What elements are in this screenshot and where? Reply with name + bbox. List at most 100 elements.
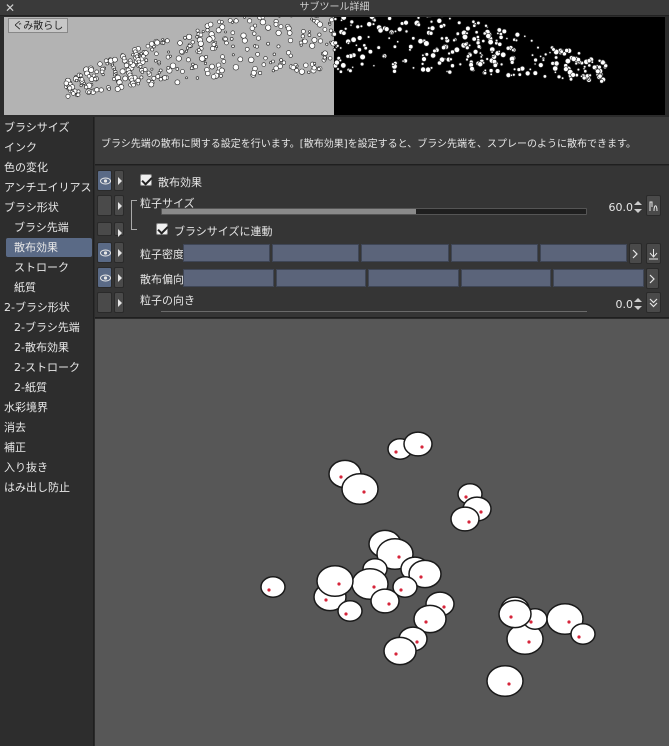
preview-particle bbox=[516, 67, 522, 72]
sidebar-item[interactable]: 散布効果 bbox=[6, 238, 92, 257]
preview-particle bbox=[248, 56, 255, 64]
show-in-tool-property-toggle[interactable] bbox=[97, 292, 112, 313]
sidebar-item[interactable]: 消去 bbox=[4, 418, 92, 437]
sidebar-item[interactable]: 紙質 bbox=[6, 278, 92, 297]
preview-particle bbox=[357, 47, 362, 53]
sidebar-item[interactable]: ストローク bbox=[6, 258, 92, 277]
expand-arrow-icon[interactable] bbox=[114, 292, 124, 313]
preview-particle bbox=[243, 17, 246, 19]
chevron-right-icon bbox=[632, 249, 638, 259]
expand-arrow-icon[interactable] bbox=[114, 195, 124, 216]
particle-direction-slider[interactable] bbox=[161, 311, 587, 312]
preview-particle bbox=[261, 62, 266, 67]
show-in-tool-property-toggle[interactable] bbox=[97, 170, 112, 191]
expand-arrow-icon[interactable] bbox=[114, 242, 124, 263]
slider-segment[interactable] bbox=[460, 269, 552, 287]
title-bar: ✕ サブツール詳細 bbox=[0, 0, 669, 16]
preview-particle bbox=[428, 30, 434, 36]
preview-particle bbox=[444, 36, 449, 41]
preview-particle bbox=[185, 76, 188, 80]
preview-particle bbox=[597, 58, 602, 63]
slider-segment[interactable] bbox=[368, 269, 459, 287]
preview-particle bbox=[401, 59, 405, 63]
preview-particle bbox=[511, 48, 515, 52]
sidebar-item[interactable]: 2-散布効果 bbox=[6, 338, 92, 357]
preview-particle bbox=[114, 72, 118, 75]
expand-arrow-icon[interactable] bbox=[114, 267, 124, 288]
sidebar-item[interactable]: 補正 bbox=[4, 438, 92, 457]
slider-segment[interactable] bbox=[553, 269, 644, 287]
preview-particle bbox=[490, 50, 494, 54]
sidebar-item[interactable]: ブラシ形状 bbox=[4, 198, 92, 217]
link-brush-size-checkbox[interactable] bbox=[156, 223, 168, 235]
slider-segment[interactable] bbox=[183, 269, 274, 287]
preview-particle bbox=[603, 63, 609, 69]
show-in-tool-property-toggle[interactable] bbox=[97, 195, 112, 216]
slider-segment[interactable] bbox=[183, 244, 271, 262]
canvas-particle bbox=[341, 472, 379, 506]
show-in-tool-property-toggle[interactable] bbox=[97, 242, 112, 263]
preview-particle bbox=[484, 24, 488, 28]
sidebar-item[interactable]: はみ出し防止 bbox=[4, 478, 92, 497]
row-particle-size: 粒子サイズ 60.0 bbox=[95, 195, 669, 219]
preview-particle bbox=[465, 25, 471, 32]
slider-segment[interactable] bbox=[272, 244, 360, 262]
particle-size-slider[interactable] bbox=[161, 208, 587, 215]
expand-arrow-icon[interactable] bbox=[114, 222, 124, 237]
sidebar-item[interactable]: 2-ブラシ形状 bbox=[4, 298, 92, 317]
sidebar-item[interactable]: 2-紙質 bbox=[6, 378, 92, 397]
slider-segment[interactable] bbox=[361, 244, 449, 262]
sidebar-item[interactable]: 色の変化 bbox=[4, 158, 92, 177]
expand-arrow-icon[interactable] bbox=[114, 170, 124, 191]
preview-particle bbox=[230, 30, 236, 35]
preview-particle bbox=[501, 28, 507, 34]
sidebar-item[interactable]: 2-ブラシ先端 bbox=[6, 318, 92, 337]
preview-particle bbox=[466, 54, 471, 59]
preview-particle bbox=[478, 51, 482, 55]
preview-particle bbox=[240, 32, 247, 39]
direction-settings-button[interactable] bbox=[646, 292, 661, 313]
scatter-effect-checkbox[interactable] bbox=[140, 174, 152, 186]
pressure-settings-button[interactable] bbox=[646, 195, 661, 216]
preview-particle bbox=[485, 33, 492, 39]
preview-particle bbox=[552, 65, 559, 72]
particle-size-spinner[interactable] bbox=[634, 200, 642, 214]
scatter-bias-next-button[interactable] bbox=[646, 268, 659, 289]
preview-particle bbox=[340, 18, 343, 22]
pressure-settings-button[interactable] bbox=[646, 243, 661, 264]
preview-particle bbox=[71, 91, 76, 96]
canvas-particle bbox=[450, 506, 480, 532]
preview-particle bbox=[376, 45, 381, 50]
particle-size-value[interactable]: 60.0 bbox=[595, 201, 634, 214]
preview-particle bbox=[586, 58, 592, 64]
pen-pressure-icon bbox=[649, 201, 658, 212]
preview-particle bbox=[469, 66, 475, 72]
particle-direction-value[interactable]: 0.0 bbox=[595, 298, 634, 311]
particle-density-next-button[interactable] bbox=[629, 243, 642, 264]
sidebar-item[interactable]: 2-ストローク bbox=[6, 358, 92, 377]
preview-particle bbox=[119, 68, 126, 75]
slider-segment[interactable] bbox=[539, 244, 627, 262]
preview-particle bbox=[491, 54, 495, 58]
show-in-tool-property-toggle[interactable] bbox=[97, 267, 112, 288]
sidebar-item[interactable]: ブラシサイズ bbox=[4, 118, 92, 137]
preview-particle bbox=[299, 43, 303, 47]
preview-particle bbox=[354, 43, 358, 47]
sidebar-item[interactable]: アンチエイリアス bbox=[4, 178, 92, 197]
row-particle-density: 粒子密度 bbox=[95, 242, 669, 264]
particle-direction-spinner[interactable] bbox=[634, 297, 642, 311]
preview-particle bbox=[411, 36, 416, 41]
slider-segment[interactable] bbox=[275, 269, 367, 287]
preview-particle bbox=[316, 67, 321, 71]
preview-particle bbox=[429, 19, 434, 24]
preview-particle bbox=[329, 17, 335, 23]
preview-particle bbox=[290, 64, 296, 71]
slider-segment[interactable] bbox=[450, 244, 538, 262]
preview-particle bbox=[474, 30, 479, 35]
show-in-tool-property-toggle[interactable] bbox=[97, 222, 112, 236]
sidebar-item[interactable]: 水彩境界 bbox=[4, 398, 92, 417]
sidebar-item[interactable]: 入り抜き bbox=[4, 458, 92, 477]
sidebar-item[interactable]: ブラシ先端 bbox=[6, 218, 92, 237]
preview-particle bbox=[367, 49, 373, 55]
sidebar-item[interactable]: インク bbox=[4, 138, 92, 157]
